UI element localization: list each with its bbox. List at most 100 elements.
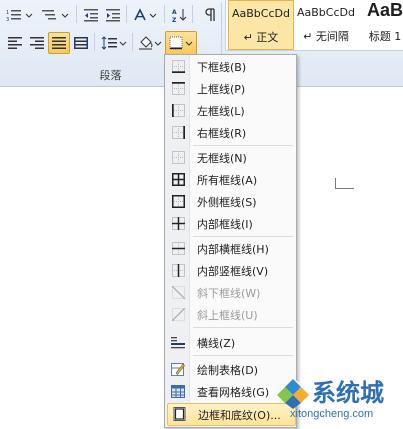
menu-item-label: 右框线(R)	[197, 127, 247, 140]
align-left-button[interactable]	[4, 32, 26, 54]
watermark-url: xitongcheng.com	[290, 408, 374, 420]
paragraph-mark-icon	[205, 8, 215, 21]
menu-item-label: 内部横框线(H)	[197, 243, 269, 256]
left-border-icon	[171, 103, 185, 117]
inside-borders-icon	[171, 216, 185, 230]
menu-item-right-border[interactable]: 右框线(R)	[167, 122, 294, 143]
svg-text:Z: Z	[172, 17, 177, 23]
borders-icon	[169, 36, 193, 50]
style-name: ↵ 无间隔	[303, 30, 349, 43]
menu-item-label: 无框线(N)	[197, 152, 247, 165]
watermark-title: 系统城	[312, 379, 384, 407]
menu-item-diagonal-up-border: 斜上框线(U)	[167, 304, 294, 325]
menu-item-label: 所有框线(A)	[197, 174, 258, 187]
no-border-icon	[171, 150, 185, 164]
style-name: 标题 1	[368, 30, 402, 43]
top-border-icon	[171, 81, 185, 95]
menu-item-label: 下框线(B)	[197, 61, 247, 74]
style-heading-1[interactable]: AaB 标题 1	[360, 0, 403, 48]
menu-item-all-borders[interactable]: 所有框线(A)	[167, 169, 294, 190]
menu-item-draw-table[interactable]: 绘制表格(D)	[167, 359, 294, 380]
decrease-indent-button[interactable]	[80, 4, 102, 26]
ribbon-separator	[132, 33, 133, 51]
chinese-layout-button[interactable]	[130, 4, 162, 26]
ribbon-separator	[192, 5, 193, 23]
menu-item-inside-vertical-border[interactable]: 内部竖框线(V)	[167, 260, 294, 281]
style-sample: AaB	[366, 0, 403, 20]
menu-item-outside-borders[interactable]: 外侧框线(S)	[167, 191, 294, 212]
inside-vertical-border-icon	[171, 263, 185, 277]
diagonal-up-border-icon	[171, 307, 185, 321]
justify-icon	[52, 37, 66, 49]
menu-item-no-border[interactable]: 无框线(N)	[167, 147, 294, 168]
menu-item-bottom-border[interactable]: 下框线(B)	[167, 56, 294, 77]
shading-button[interactable]	[136, 32, 164, 54]
menu-separator	[193, 327, 293, 328]
menu-item-label: 斜上框线(U)	[197, 309, 258, 322]
svg-text:A: A	[172, 9, 177, 16]
menu-item-label: 横线(Z)	[197, 337, 236, 350]
style-no-spacing[interactable]: AaBbCcDd ↵ 无间隔	[294, 0, 358, 48]
align-left-icon	[8, 37, 22, 49]
show-hide-marks-button[interactable]	[198, 4, 220, 26]
numbering-button[interactable]: 13	[2, 4, 38, 26]
ribbon-separator	[126, 5, 127, 23]
menu-item-diagonal-down-border: 斜下框线(W)	[167, 282, 294, 303]
style-sample: AaBbCcDd	[297, 6, 355, 19]
menu-item-horizontal-line[interactable]: 横线(Z)	[167, 332, 294, 353]
outside-borders-icon	[171, 194, 185, 208]
numbering-icon: 13	[6, 10, 33, 22]
align-right-icon	[30, 37, 44, 49]
menu-item-label: 内部框线(I)	[197, 218, 253, 231]
justify-button[interactable]	[48, 32, 70, 54]
distributed-icon	[74, 37, 88, 49]
site-watermark: 系统城 xitongcheng.com	[276, 372, 403, 429]
bottom-border-icon	[171, 59, 185, 73]
menu-item-label: 绘制表格(D)	[197, 364, 259, 377]
inside-horizontal-border-icon	[171, 241, 185, 255]
multilevel-list-icon	[42, 10, 69, 20]
paint-bucket-icon	[139, 36, 162, 50]
menu-item-inside-borders[interactable]: 内部框线(I)	[167, 213, 294, 234]
ribbon-separator	[164, 5, 165, 23]
diagonal-down-border-icon	[171, 285, 185, 299]
svg-text:1: 1	[6, 10, 9, 16]
menu-item-label: 查看网格线(G)	[197, 386, 270, 399]
menu-separator	[193, 355, 293, 356]
menu-separator	[193, 236, 293, 237]
menu-item-label: 斜下框线(W)	[197, 287, 261, 300]
svg-text:3: 3	[6, 17, 9, 22]
draw-table-icon	[171, 362, 185, 376]
menu-item-top-border[interactable]: 上框线(P)	[167, 78, 294, 99]
style-sample: AaBbCcDd	[232, 7, 290, 20]
view-gridlines-icon	[171, 384, 185, 398]
ribbon-separator	[76, 5, 77, 23]
menu-item-view-gridlines[interactable]: 查看网格线(G)	[167, 381, 294, 402]
menu-item-label: 边框和底纹(O)...	[198, 409, 281, 422]
align-right-button[interactable]	[26, 32, 48, 54]
sort-button[interactable]: AZ	[168, 4, 190, 26]
menu-item-left-border[interactable]: 左框线(L)	[167, 100, 294, 121]
line-spacing-button[interactable]	[98, 32, 130, 54]
all-borders-icon	[171, 172, 185, 186]
menu-item-label: 内部竖框线(V)	[197, 265, 269, 278]
line-spacing-icon	[101, 36, 127, 50]
increase-indent-button[interactable]	[102, 4, 124, 26]
xitongcheng-logo-icon	[277, 377, 309, 409]
borders-and-shading-icon	[172, 407, 186, 421]
chinese-layout-icon	[134, 8, 157, 21]
menu-item-label: 外侧框线(S)	[197, 196, 257, 209]
borders-dropdown-button[interactable]	[165, 31, 197, 55]
right-border-icon	[171, 125, 185, 139]
style-normal[interactable]: AaBbCcDd ↵ 正文	[228, 0, 294, 50]
multilevel-list-button[interactable]	[38, 4, 74, 26]
style-name: ↵ 正文	[243, 31, 279, 44]
text-boundary-corner	[335, 178, 354, 189]
decrease-indent-icon	[84, 9, 98, 22]
distributed-button[interactable]	[70, 32, 92, 54]
styles-gallery: AaBbCcDd ↵ 正文 AaBbCcDd ↵ 无间隔 AaB 标题 1	[225, 0, 403, 51]
menu-item-inside-horizontal-border[interactable]: 内部横框线(H)	[167, 238, 294, 259]
horizontal-line-icon	[171, 335, 185, 349]
menu-separator	[193, 145, 293, 146]
menu-item-label: 左框线(L)	[197, 105, 245, 118]
